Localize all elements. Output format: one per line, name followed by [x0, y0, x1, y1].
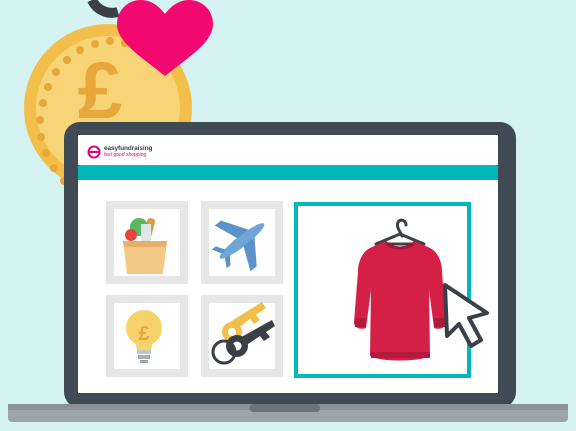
ring-fragment	[87, 0, 120, 18]
svg-text:£: £	[138, 323, 149, 345]
svg-text:£: £	[78, 46, 123, 135]
brand-logo[interactable]: easyfundraising feel good shopping	[88, 144, 152, 160]
nav-bar	[78, 165, 498, 180]
brand-tagline: feel good shopping	[104, 152, 147, 159]
fundraising-illustration: £ £	[8, 0, 568, 422]
